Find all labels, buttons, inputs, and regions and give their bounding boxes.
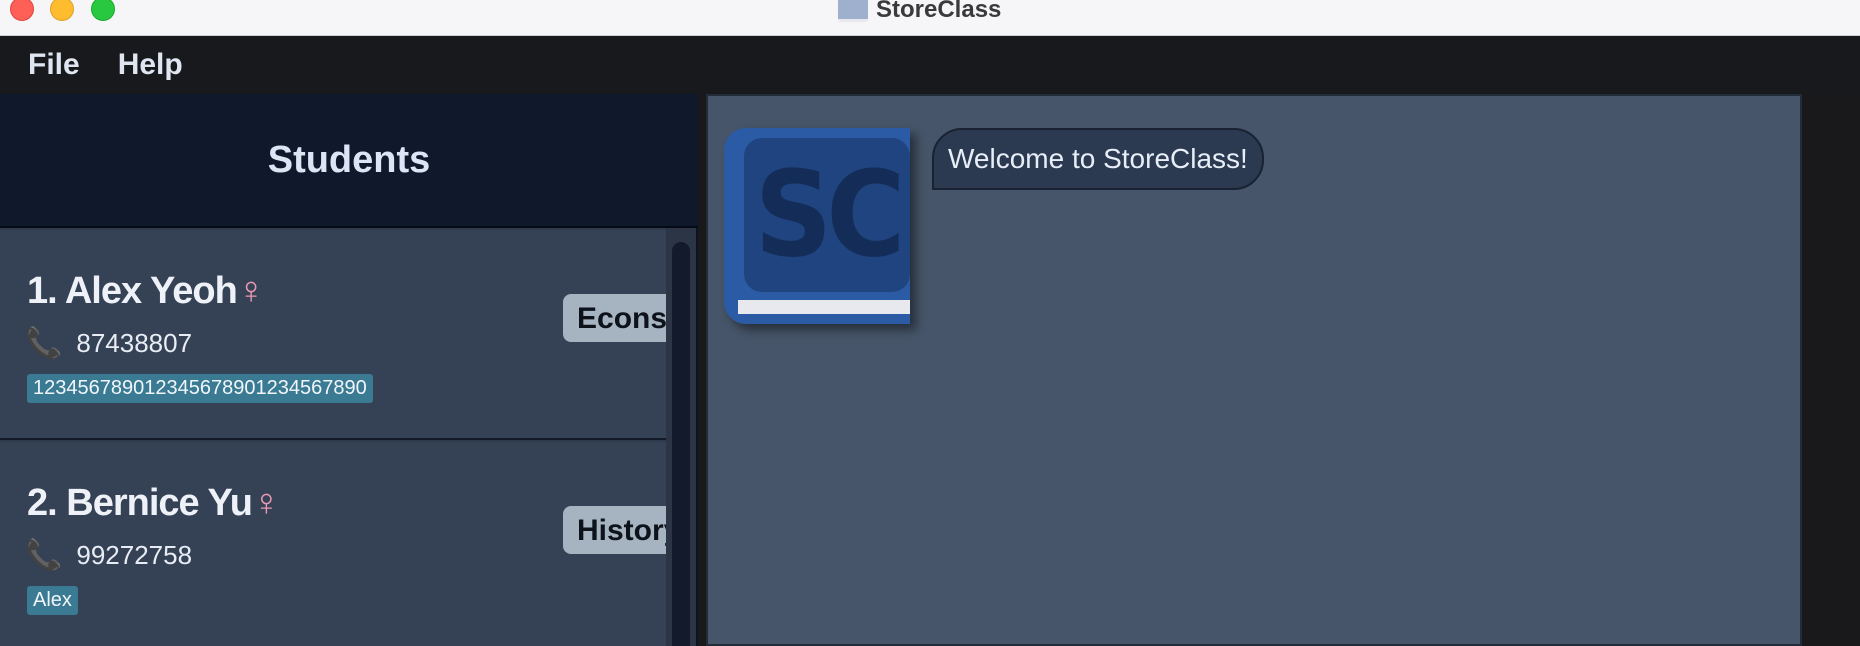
app-icon [838,0,868,22]
logo-cover: SC [744,138,910,292]
student-name: 2. Bernice Yu [27,482,253,524]
students-panel: Students 1. Alex Yeoh♀ 📞 87438807 123456… [0,94,698,646]
welcome-message-bubble: Welcome to StoreClass! [932,128,1264,190]
students-panel-header: Students [0,94,698,228]
student-card[interactable]: 2. Bernice Yu♀ 📞 99272758 Alex History [0,442,666,646]
phone-row: 📞 87438807 [25,326,192,361]
window-title-group: StoreClass [838,0,1001,24]
menu-file[interactable]: File [28,48,80,82]
student-phone: 87438807 [76,328,193,358]
result-panel: SC Welcome to StoreClass! [706,94,1802,646]
student-phone: 99272758 [76,540,193,570]
student-tag: 123456789012345678901234567890 [27,374,373,403]
subject-badge: Econs [563,294,666,342]
phone-icon: 📞 [25,327,63,360]
window-titlebar: StoreClass [0,0,1860,36]
student-name-row: 2. Bernice Yu♀ [27,482,280,525]
menu-help[interactable]: Help [118,48,183,82]
female-icon: ♀ [251,482,280,524]
students-panel-title: Students [267,138,431,181]
storeclass-logo: SC [724,128,910,324]
subject-badge: History [563,506,666,554]
students-scrollbar[interactable] [666,228,696,646]
student-name-row: 1. Alex Yeoh♀ [27,270,265,313]
menu-bar: File Help [0,36,1860,94]
close-window-button[interactable] [10,0,34,21]
logo-book-pages [738,300,910,314]
student-card[interactable]: 1. Alex Yeoh♀ 📞 87438807 123456789012345… [0,230,666,440]
female-icon: ♀ [236,270,265,312]
minimize-window-button[interactable] [50,0,74,21]
student-tag: Alex [27,586,78,615]
window-title: StoreClass [876,0,1002,23]
phone-row: 📞 99272758 [25,538,192,573]
logo-text: SC [754,146,905,284]
phone-icon: 📞 [25,539,63,572]
student-name: 1. Alex Yeoh [27,270,238,312]
maximize-window-button[interactable] [91,0,115,21]
scrollbar-thumb[interactable] [672,242,690,646]
